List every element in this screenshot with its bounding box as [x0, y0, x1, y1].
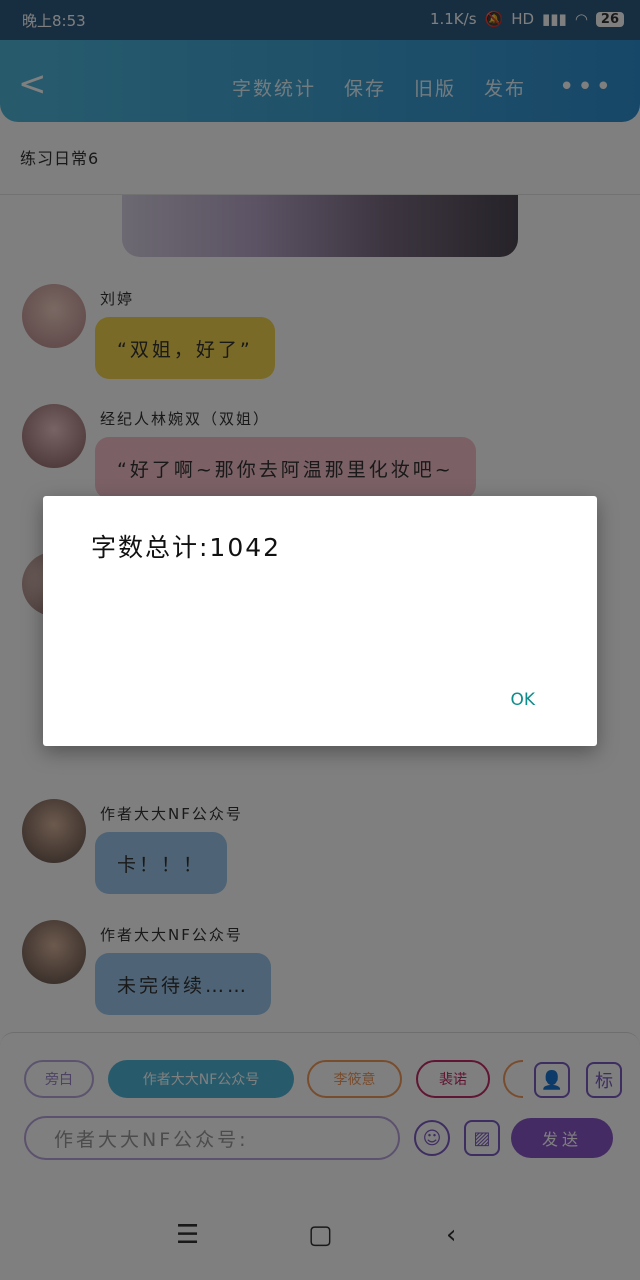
ok-button[interactable]: OK: [510, 690, 535, 710]
word-count-dialog: 字数总计:1042 OK: [43, 496, 597, 746]
dialog-message: 字数总计:1042: [91, 533, 282, 562]
